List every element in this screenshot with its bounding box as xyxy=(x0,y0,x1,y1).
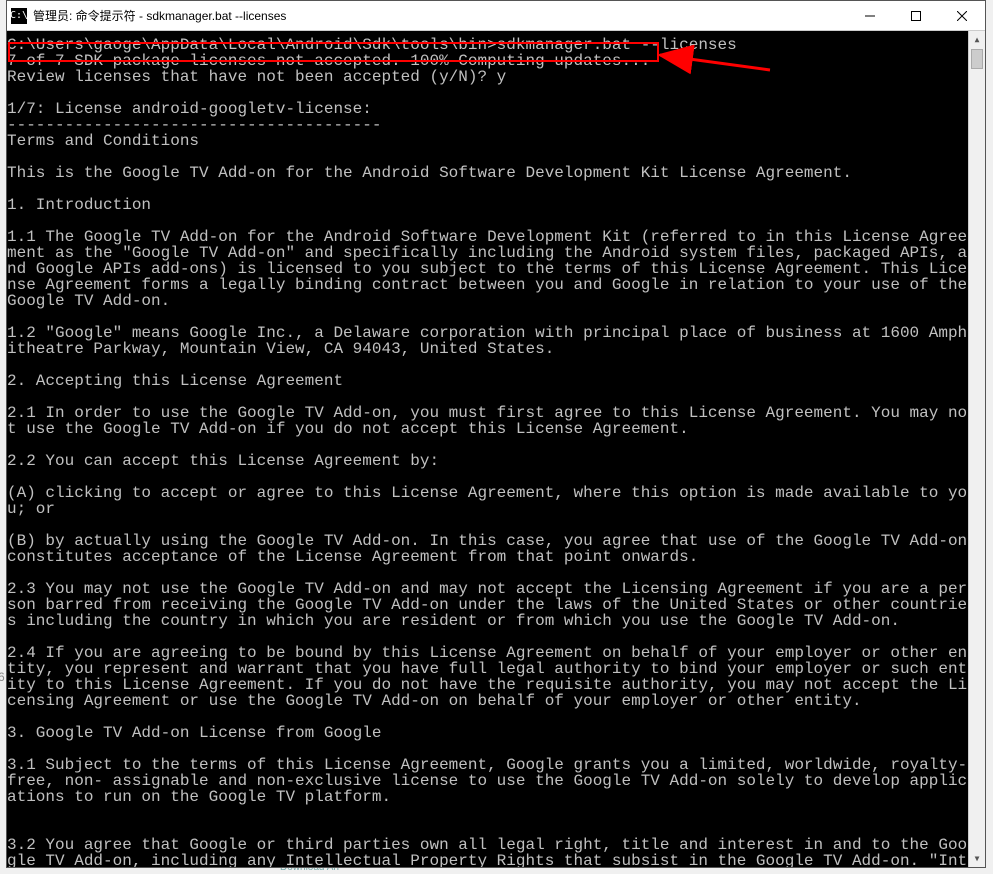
scroll-up-arrow-icon[interactable]: ▲ xyxy=(969,31,985,48)
background-left-hint: 6 xyxy=(0,670,5,684)
vertical-scrollbar[interactable]: ▲ ▼ xyxy=(968,31,985,867)
cmd-icon: C:\ xyxy=(11,8,27,24)
maximize-button[interactable] xyxy=(893,1,939,30)
maximize-icon xyxy=(911,11,921,21)
titlebar[interactable]: C:\ 管理员: 命令提示符 - sdkmanager.bat --licens… xyxy=(7,1,985,31)
terminal-body: 7 of 7 SDK package licenses not accepted… xyxy=(7,52,968,867)
minimize-button[interactable] xyxy=(847,1,893,30)
console-window: C:\ 管理员: 命令提示符 - sdkmanager.bat --licens… xyxy=(6,0,986,868)
window-controls xyxy=(847,1,985,30)
scrollbar-thumb[interactable] xyxy=(971,49,983,69)
close-button[interactable] xyxy=(939,1,985,30)
minimize-icon xyxy=(865,11,875,21)
close-icon xyxy=(957,11,967,21)
terminal-output[interactable]: C:\Users\gaoge\AppData\Local\Android\Sdk… xyxy=(7,31,968,867)
scroll-down-arrow-icon[interactable]: ▼ xyxy=(969,850,985,867)
terminal-area: C:\Users\gaoge\AppData\Local\Android\Sdk… xyxy=(7,31,985,867)
window-title: 管理员: 命令提示符 - sdkmanager.bat --licenses xyxy=(33,7,847,24)
